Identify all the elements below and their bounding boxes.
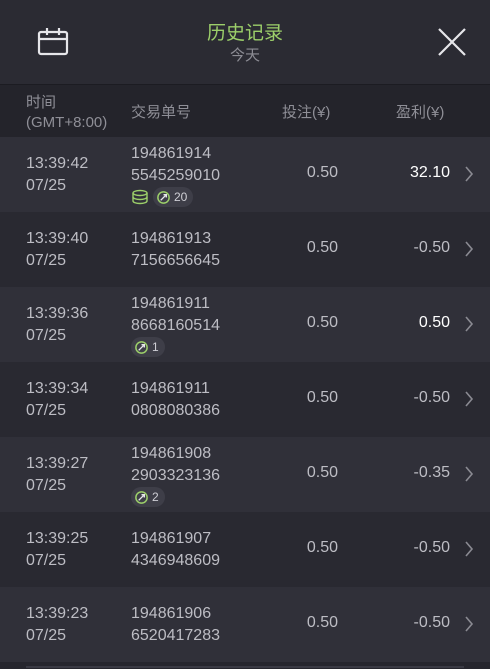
header-bar: 历史记录 今天 [0, 0, 490, 85]
row-txn-id-part2: 8668160514 [131, 317, 220, 334]
row-bet: 0.50 [306, 539, 338, 556]
row-txn-id: 194861908 2903323136 2 [131, 443, 220, 507]
history-row[interactable]: 13:39:23 07/25 194861906 6520417283 0.50 -0.5… [0, 587, 490, 662]
row-time-date: 07/25 [26, 327, 67, 344]
row-bet: 0.50 [306, 164, 338, 181]
history-row[interactable]: 13:39:42 07/25 194861914 5545259010 20 0.50 32… [0, 137, 490, 212]
row-txn-id: 194861911 0808080386 [131, 378, 220, 422]
column-header-txn-id: 交易单号 [131, 104, 192, 121]
column-header-time-label: 时间 [26, 94, 57, 111]
free-spin-badge: 2 [131, 487, 165, 507]
chevron-right-icon [465, 541, 474, 557]
row-time-date: 07/25 [26, 627, 67, 644]
row-txn-id-part1: 194861914 [131, 145, 212, 162]
free-spin-count: 2 [152, 490, 159, 504]
title-block: 历史记录 今天 [0, 22, 490, 66]
row-bet: 0.50 [306, 314, 338, 331]
chevron-right-icon [465, 466, 474, 482]
row-txn-id-part2: 2903323136 [131, 467, 220, 484]
row-txn-id: 194861913 7156656645 [131, 228, 220, 272]
row-txn-id-part1: 194861907 [131, 530, 212, 547]
row-time: 13:39:23 07/25 [26, 603, 116, 647]
row-badges: 1 [131, 337, 220, 357]
column-header-row: 时间 (GMT+8:00) 交易单号 投注(¥) 盈利(¥) [0, 85, 490, 137]
page-title: 历史记录 [206, 23, 283, 44]
row-txn-id-part2: 4346948609 [131, 552, 220, 569]
row-time-clock: 13:39:23 [26, 605, 89, 622]
column-header-time: 时间 (GMT+8:00) [26, 93, 136, 133]
free-spin-count: 1 [152, 340, 159, 354]
row-time-clock: 13:39:27 [26, 455, 89, 472]
column-header-profit: 盈利(¥) [396, 104, 445, 121]
column-header-timezone: (GMT+8:00) [26, 114, 108, 131]
free-spin-icon [135, 490, 148, 504]
row-bet: 0.50 [306, 464, 338, 481]
row-txn-id-part2: 6520417283 [131, 627, 220, 644]
row-profit: 0.50 [418, 314, 450, 331]
history-row[interactable]: 13:39:27 07/25 194861908 2903323136 2 0.50 -0.… [0, 437, 490, 512]
row-txn-id: 194861911 8668160514 1 [131, 293, 220, 357]
row-bet: 0.50 [306, 614, 338, 631]
history-row[interactable]: 13:39:40 07/25 194861913 7156656645 0.50 -0.5… [0, 212, 490, 287]
row-txn-id-part1: 194861906 [131, 605, 212, 622]
row-profit: -0.50 [413, 389, 450, 406]
chevron-right-icon [465, 316, 474, 332]
row-time-date: 07/25 [26, 552, 67, 569]
row-txn-id-part2: 0808080386 [131, 402, 220, 419]
history-row[interactable]: 13:39:36 07/25 194861911 8668160514 1 0.50 0.5… [0, 287, 490, 362]
date-filter-label: 今天 [229, 47, 260, 64]
row-time: 13:39:27 07/25 [26, 453, 116, 497]
row-time-date: 07/25 [26, 402, 67, 419]
history-list: 13:39:42 07/25 194861914 5545259010 20 0.50 32… [0, 137, 490, 662]
free-spin-badge: 20 [153, 187, 194, 207]
row-txn-id-part1: 194861908 [131, 445, 212, 462]
free-spin-icon [157, 190, 170, 204]
chevron-right-icon [465, 616, 474, 632]
row-txn-id: 194861907 4346948609 [131, 528, 220, 572]
close-icon [438, 28, 466, 56]
row-bet: 0.50 [306, 239, 338, 256]
row-time-date: 07/25 [26, 177, 67, 194]
row-bet: 0.50 [306, 389, 338, 406]
history-row[interactable]: 13:39:25 07/25 194861907 4346948609 0.50 -0.5… [0, 512, 490, 587]
row-time: 13:39:40 07/25 [26, 228, 116, 272]
row-txn-id-part1: 194861911 [131, 380, 210, 397]
row-txn-id-part2: 7156656645 [131, 252, 220, 269]
row-time: 13:39:25 07/25 [26, 528, 116, 572]
free-spin-icon [135, 340, 148, 354]
row-time-clock: 13:39:25 [26, 530, 89, 547]
row-time-clock: 13:39:34 [26, 380, 89, 397]
chevron-right-icon [465, 241, 474, 257]
row-badges: 20 [131, 187, 220, 207]
row-profit: -0.50 [413, 239, 450, 256]
row-time-clock: 13:39:40 [26, 230, 89, 247]
row-time: 13:39:36 07/25 [26, 303, 116, 347]
free-spin-badge: 1 [131, 337, 165, 357]
row-txn-id: 194861906 6520417283 [131, 603, 220, 647]
row-txn-id: 194861914 5545259010 20 [131, 143, 220, 207]
chevron-right-icon [465, 391, 474, 407]
row-time: 13:39:42 07/25 [26, 153, 116, 197]
row-time-clock: 13:39:36 [26, 305, 89, 322]
chevron-right-icon [465, 166, 474, 182]
row-profit: -0.50 [413, 539, 450, 556]
free-spin-count: 20 [174, 190, 188, 204]
row-time-clock: 13:39:42 [26, 155, 89, 172]
coins-icon [132, 189, 148, 205]
row-profit: 32.10 [409, 164, 450, 181]
row-badges: 2 [131, 487, 220, 507]
bottom-divider [26, 666, 464, 668]
column-header-bet: 投注(¥) [282, 104, 331, 121]
row-txn-id-part1: 194861913 [131, 230, 212, 247]
row-txn-id-part2: 5545259010 [131, 167, 220, 184]
row-profit: -0.35 [413, 464, 450, 481]
row-time: 13:39:34 07/25 [26, 378, 116, 422]
row-profit: -0.50 [413, 614, 450, 631]
row-txn-id-part1: 194861911 [131, 295, 210, 312]
row-time-date: 07/25 [26, 477, 67, 494]
row-time-date: 07/25 [26, 252, 67, 269]
history-row[interactable]: 13:39:34 07/25 194861911 0808080386 0.50 -0.5… [0, 362, 490, 437]
close-button[interactable] [436, 26, 468, 58]
